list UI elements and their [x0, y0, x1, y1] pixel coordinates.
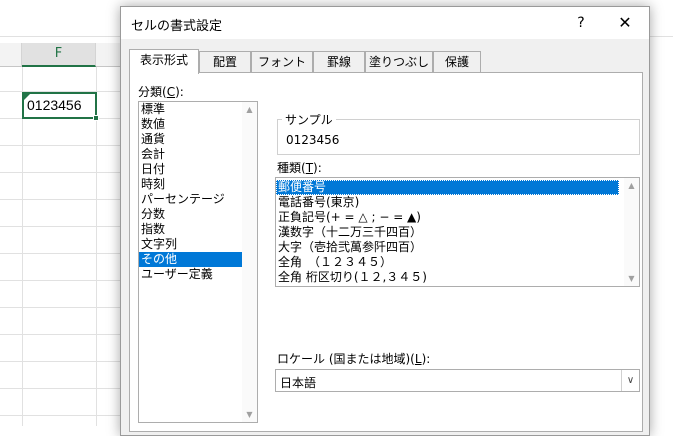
- grid-line: [0, 388, 125, 389]
- category-item[interactable]: 日付: [139, 162, 257, 177]
- type-scrollbar[interactable]: ▲ ▼: [624, 178, 639, 286]
- category-item[interactable]: 指数: [139, 222, 257, 237]
- grid-line: [0, 415, 125, 416]
- close-button[interactable]: ✕: [611, 11, 639, 35]
- chevron-down-icon[interactable]: ∨: [621, 370, 639, 391]
- locale-dropdown[interactable]: 日本語 ∨: [275, 369, 640, 392]
- format-cells-dialog: セルの書式設定 ? ✕ 表示形式 配置 フォント 罫線 塗りつぶし 保護 分類(…: [120, 6, 650, 436]
- type-listbox[interactable]: 郵便番号 電話番号(東京) 正負記号(+ = △ ; − = ▲) 漢数字（十二…: [275, 177, 640, 287]
- error-indicator-icon[interactable]: [24, 94, 30, 100]
- type-item-selected[interactable]: 郵便番号: [276, 180, 619, 195]
- number-tab-panel: 分類(C): 標準 数値 通貨 会計 日付 時刻 パーセンテージ 分数 指数 文…: [129, 72, 643, 432]
- category-item[interactable]: 数値: [139, 117, 257, 132]
- type-item[interactable]: 大字（壱拾弐萬参阡四百）: [276, 240, 639, 255]
- tab-alignment[interactable]: 配置: [199, 51, 251, 73]
- category-item[interactable]: 時刻: [139, 177, 257, 192]
- scroll-up-icon[interactable]: ▲: [242, 102, 257, 117]
- locale-value: 日本語: [280, 376, 317, 390]
- help-button[interactable]: ?: [569, 11, 593, 35]
- type-item[interactable]: 全角 桁区切り(１２,３４５): [276, 270, 639, 285]
- column-header-e[interactable]: [0, 43, 22, 67]
- category-label: 分類(C):: [138, 85, 184, 99]
- grid-line: [0, 361, 125, 362]
- active-cell-value: 0123456: [27, 97, 82, 113]
- scroll-down-icon[interactable]: ▼: [242, 407, 257, 422]
- dialog-titlebar[interactable]: セルの書式設定 ? ✕: [121, 7, 649, 39]
- tab-number[interactable]: 表示形式: [129, 49, 199, 74]
- dialog-title: セルの書式設定: [131, 19, 223, 34]
- locale-label: ロケール (国または地域)(L):: [277, 352, 431, 366]
- scroll-up-icon[interactable]: ▲: [624, 178, 639, 193]
- category-listbox[interactable]: 標準 数値 通貨 会計 日付 時刻 パーセンテージ 分数 指数 文字列 その他 …: [138, 101, 258, 423]
- fill-handle[interactable]: [93, 115, 99, 121]
- sample-title: サンプル: [282, 111, 336, 128]
- tab-font[interactable]: フォント: [251, 51, 313, 73]
- sample-value: 0123456: [286, 133, 340, 147]
- grid-line: [0, 253, 125, 254]
- category-scrollbar[interactable]: ▲ ▼: [242, 102, 257, 422]
- grid-line: [0, 145, 125, 146]
- type-label: 種類(T):: [277, 161, 322, 175]
- type-item[interactable]: 全角 （１２３４５）: [276, 255, 639, 270]
- column-header-f[interactable]: F: [22, 43, 96, 67]
- category-item[interactable]: 会計: [139, 147, 257, 162]
- scroll-down-icon[interactable]: ▼: [624, 271, 639, 286]
- grid-line: [0, 307, 125, 308]
- category-item-selected[interactable]: その他: [139, 252, 242, 267]
- grid-line: [0, 172, 125, 173]
- category-item[interactable]: 通貨: [139, 132, 257, 147]
- category-item[interactable]: ユーザー定義: [139, 267, 257, 282]
- tab-fill[interactable]: 塗りつぶし: [365, 51, 433, 73]
- grid-line: [0, 199, 125, 200]
- type-item[interactable]: 正負記号(+ = △ ; − = ▲): [276, 210, 639, 225]
- tab-protection[interactable]: 保護: [433, 51, 481, 73]
- category-item[interactable]: パーセンテージ: [139, 192, 257, 207]
- category-item[interactable]: 標準: [139, 102, 257, 117]
- active-cell[interactable]: 0123456: [22, 92, 99, 121]
- grid-line: [0, 226, 125, 227]
- grid-line: [0, 334, 125, 335]
- grid-line: [0, 280, 125, 281]
- grid-line: [22, 67, 23, 426]
- category-item[interactable]: 文字列: [139, 237, 257, 252]
- category-item[interactable]: 分数: [139, 207, 257, 222]
- type-item[interactable]: 電話番号(東京): [276, 195, 639, 210]
- type-item[interactable]: 漢数字（十二万三千四百）: [276, 225, 639, 240]
- tab-border[interactable]: 罫線: [313, 51, 365, 73]
